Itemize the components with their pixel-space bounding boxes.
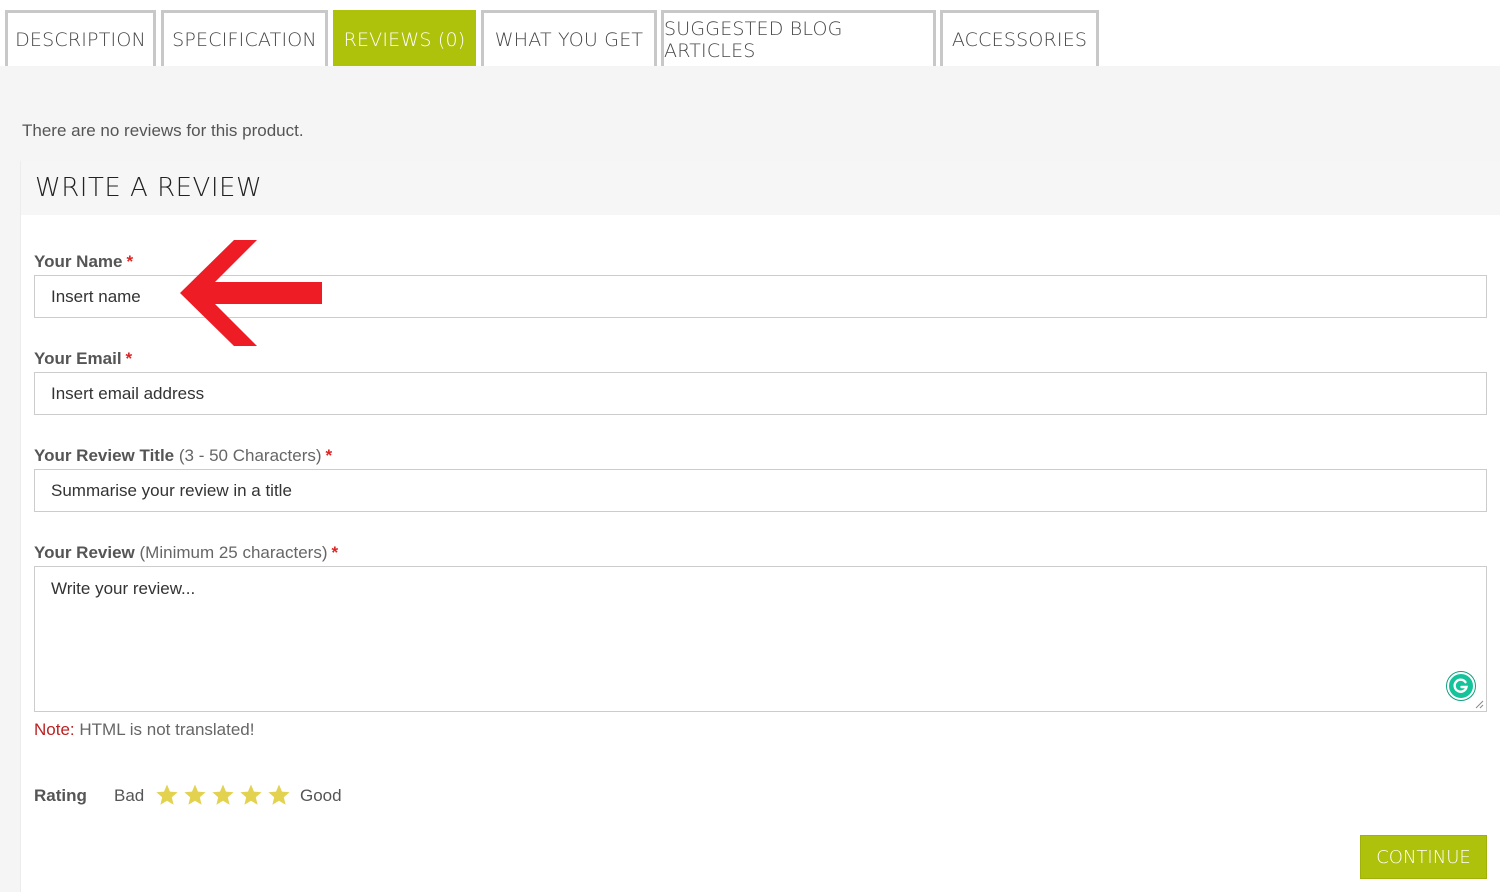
required-marker: * <box>126 252 134 271</box>
email-label: Your Email * <box>34 349 132 369</box>
review-title-hint: (3 - 50 Characters) <box>178 446 322 465</box>
email-label-text: Your Email <box>34 349 122 368</box>
tab-reviews[interactable]: REVIEWS (0) <box>333 10 476 66</box>
red-arrow-annotation-icon <box>180 240 322 346</box>
required-marker: * <box>325 446 333 465</box>
grammarly-g-glyph <box>1453 678 1468 693</box>
tab-specification[interactable]: SPECIFICATION <box>161 10 328 66</box>
tab-accessories[interactable]: ACCESSORIES <box>940 10 1099 66</box>
name-label-text: Your Name <box>34 252 123 271</box>
rating-high-label: Good <box>300 786 342 805</box>
star-icon[interactable] <box>211 783 235 807</box>
email-input[interactable] <box>34 372 1487 415</box>
continue-button[interactable]: CONTINUE <box>1360 835 1487 879</box>
review-title-input[interactable] <box>34 469 1487 512</box>
review-label: Your Review (Minimum 25 characters) * <box>34 543 338 563</box>
resize-grip-icon[interactable] <box>1474 699 1484 709</box>
required-marker: * <box>125 349 133 368</box>
review-title-label-text: Your Review Title <box>34 446 175 465</box>
star-icon[interactable] <box>183 783 207 807</box>
tab-description[interactable]: DESCRIPTION <box>5 10 156 66</box>
name-label: Your Name * <box>34 252 133 272</box>
rating-low-label: Bad <box>114 786 145 805</box>
product-tabs: DESCRIPTION SPECIFICATION REVIEWS (0) WH… <box>0 0 1500 66</box>
rating-label: Rating <box>34 786 87 805</box>
required-marker: * <box>331 543 339 562</box>
review-label-text: Your Review <box>34 543 135 562</box>
note-text: HTML is not translated! <box>79 720 255 739</box>
tab-suggested-blog-articles[interactable]: SUGGESTED BLOG ARTICLES <box>661 10 936 66</box>
review-hint: (Minimum 25 characters) <box>139 543 328 562</box>
rating-stars <box>155 783 291 809</box>
review-textarea[interactable] <box>34 566 1487 712</box>
grammarly-icon[interactable] <box>1447 672 1475 700</box>
star-icon[interactable] <box>239 783 263 807</box>
no-reviews-message: There are no reviews for this product. <box>22 121 304 140</box>
html-note: Note: HTML is not translated! <box>34 720 254 740</box>
review-form-title: WRITE A REVIEW <box>35 173 263 203</box>
note-key: Note: <box>34 720 75 739</box>
review-form-header: WRITE A REVIEW <box>21 161 1500 215</box>
tab-what-you-get[interactable]: WHAT YOU GET <box>481 10 657 66</box>
review-title-label: Your Review Title (3 - 50 Characters) * <box>34 446 332 466</box>
star-icon[interactable] <box>155 783 179 807</box>
star-icon[interactable] <box>267 783 291 807</box>
